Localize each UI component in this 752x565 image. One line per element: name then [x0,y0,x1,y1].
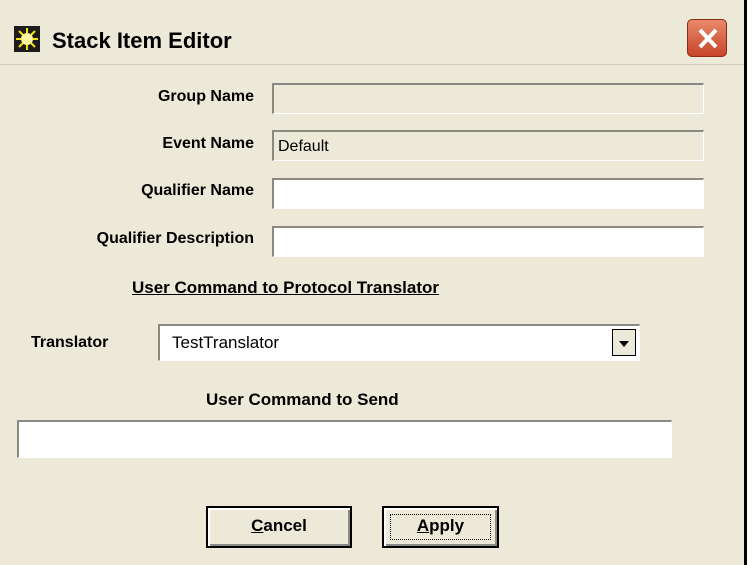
apply-button[interactable]: Apply [382,506,499,548]
qualifier-description-input[interactable] [272,226,704,257]
user-command-label: User Command to Send [206,390,399,409]
event-name-field[interactable]: Default [272,130,704,161]
close-button[interactable] [687,19,727,57]
close-icon [698,28,718,49]
qualifier-name-input[interactable] [272,178,704,209]
translator-section-title: User Command to Protocol Translator [132,278,439,297]
cancel-button-accel: C [251,516,264,535]
stack-item-editor-dialog: Stack Item Editor Group Name Event Name … [0,0,747,565]
translator-select[interactable]: TestTranslator [158,324,640,361]
focus-rectangle [390,514,491,540]
translator-select-value: TestTranslator [172,333,280,352]
group-name-field[interactable] [272,83,704,114]
window-title: Stack Item Editor [52,28,232,53]
cancel-button[interactable]: Cancel [206,506,352,548]
qualifier-name-label: Qualifier Name [141,182,254,199]
event-name-label: Event Name [162,135,254,152]
title-bar[interactable]: Stack Item Editor [0,0,744,65]
app-burst-icon [14,26,40,52]
cancel-button-label: ancel [263,516,307,535]
qualifier-description-label: Qualifier Description [96,230,254,247]
group-name-label: Group Name [157,88,254,105]
translator-label: Translator [31,334,109,351]
chevron-down-icon[interactable] [612,329,636,356]
user-command-input[interactable] [17,420,672,458]
